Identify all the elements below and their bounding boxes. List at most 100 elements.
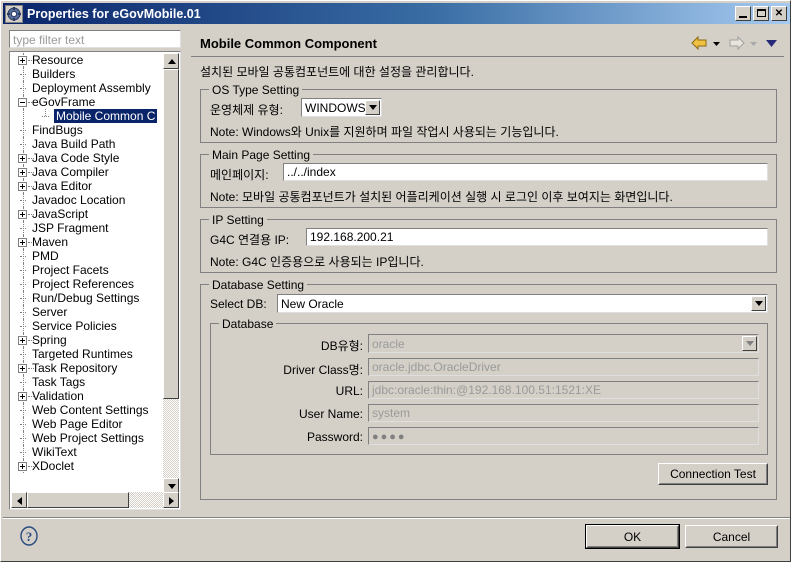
scroll-up-button[interactable] — [163, 53, 179, 69]
tree-item[interactable]: Task Repository — [10, 361, 160, 375]
tree-expand-icon[interactable] — [18, 392, 27, 401]
tree-expand-icon[interactable] — [18, 56, 27, 65]
tree-item[interactable]: Java Compiler — [10, 165, 160, 179]
tree-item[interactable]: Project Facets — [10, 263, 160, 277]
ip-group: IP Setting G4C 연결용 IP: 192.168.200.21 No… — [200, 219, 777, 273]
tree-item[interactable]: Web Page Editor — [10, 417, 160, 431]
tree-item-label: Deployment Assembly — [32, 81, 151, 95]
ip-input[interactable]: 192.168.200.21 — [306, 228, 768, 246]
os-type-combo[interactable]: WINDOWS — [301, 98, 382, 117]
maximize-icon[interactable] — [753, 6, 769, 21]
tree-item-label: JavaScript — [32, 207, 88, 221]
tree-guide-dash — [20, 284, 26, 286]
settings-tree[interactable]: ResourceBuildersDeployment AssemblyeGovF… — [9, 51, 181, 510]
title-bar[interactable]: Properties for eGovMobile.01 ✕ — [3, 3, 790, 24]
select-db-combo[interactable]: New Oracle — [277, 294, 768, 313]
tree-guide-dash — [20, 256, 26, 258]
tree-expand-icon[interactable] — [18, 364, 27, 373]
tree-item[interactable]: Spring — [10, 333, 160, 347]
tree-item-label: Server — [32, 305, 67, 319]
db-type-combo: oracle — [368, 334, 759, 353]
tree-horizontal-scrollbar[interactable] — [11, 492, 179, 508]
help-icon[interactable]: ? — [19, 526, 39, 546]
tree-item[interactable]: Maven — [10, 235, 160, 249]
tree-item[interactable]: JavaScript — [10, 207, 160, 221]
minimize-icon[interactable] — [735, 6, 751, 21]
tree-item[interactable]: Java Code Style — [10, 151, 160, 165]
database-inner-group: Database DB유형: oracle Driver Class명: ora… — [210, 323, 768, 455]
vscroll-thumb[interactable] — [163, 69, 179, 399]
view-menu-icon[interactable] — [765, 38, 778, 48]
tree-vertical-scrollbar[interactable] — [163, 53, 179, 494]
tree-guide-dash — [20, 354, 26, 356]
os-type-label: 운영체제 유형: — [210, 101, 283, 118]
vscroll-track[interactable] — [163, 69, 179, 478]
tree-item[interactable]: Builders — [10, 67, 160, 81]
main-page-note: Note: 모바일 공통컴포넌트가 설치된 어플리케이션 실행 시 로그인 이후… — [210, 188, 673, 205]
os-type-note: Note: Windows와 Unix를 지원하며 파일 작업시 사용되는 기능… — [210, 123, 559, 140]
tree-items: ResourceBuildersDeployment AssemblyeGovF… — [10, 53, 160, 493]
back-arrow-icon[interactable] — [691, 36, 708, 50]
scroll-left-button[interactable] — [11, 492, 27, 508]
filter-input[interactable]: type filter text — [9, 30, 181, 48]
settings-tree-pane: type filter text ResourceBuildersDeploym… — [9, 30, 181, 510]
db-type-value: oracle — [372, 337, 405, 351]
tree-item[interactable]: Targeted Runtimes — [10, 347, 160, 361]
tree-item[interactable]: Validation — [10, 389, 160, 403]
tree-item[interactable]: Javadoc Location — [10, 193, 160, 207]
tree-item[interactable]: Project References — [10, 277, 160, 291]
chevron-down-icon[interactable] — [751, 296, 766, 311]
close-icon[interactable]: ✕ — [771, 6, 787, 21]
tree-collapse-icon[interactable] — [18, 98, 27, 107]
tree-guide-dash — [20, 298, 26, 300]
tree-item[interactable]: Run/Debug Settings — [10, 291, 160, 305]
tree-item[interactable]: PMD — [10, 249, 160, 263]
tree-item[interactable]: Task Tags — [10, 375, 160, 389]
ip-note: Note: G4C 인증용으로 사용되는 IP입니다. — [210, 253, 424, 270]
tree-item-label: Web Page Editor — [32, 417, 123, 431]
tree-item-label: XDoclet — [32, 459, 74, 473]
tree-expand-icon[interactable] — [18, 210, 27, 219]
tree-item-label: Mobile Common C — [54, 109, 157, 123]
tree-expand-icon[interactable] — [18, 154, 27, 163]
cancel-button[interactable]: Cancel — [685, 525, 778, 548]
tree-expand-icon[interactable] — [18, 462, 27, 471]
ip-group-caption: IP Setting — [209, 213, 267, 227]
tree-expand-icon[interactable] — [18, 182, 27, 191]
tree-item[interactable]: WikiText — [10, 445, 160, 459]
page-description: 설치된 모바일 공통컴포넌트에 대한 설정을 관리합니다. — [200, 63, 474, 80]
tree-item[interactable]: Deployment Assembly — [10, 81, 160, 95]
tree-item-label: Java Editor — [32, 179, 92, 193]
tree-guide-dash — [20, 130, 26, 132]
tree-expand-icon[interactable] — [18, 168, 27, 177]
tree-item[interactable]: Web Project Settings — [10, 431, 160, 445]
scroll-right-button[interactable] — [163, 492, 179, 508]
tree-expand-icon[interactable] — [18, 336, 27, 345]
tree-item[interactable]: Resource — [10, 53, 160, 67]
tree-item[interactable]: Server — [10, 305, 160, 319]
tree-item[interactable]: XDoclet — [10, 459, 160, 473]
tree-item[interactable]: Mobile Common C — [10, 109, 160, 123]
tree-item[interactable]: FindBugs — [10, 123, 160, 137]
password-input[interactable]: ●●●● — [368, 427, 759, 445]
tree-guide-line — [45, 109, 47, 116]
tree-guide-line — [23, 109, 25, 123]
main-page-input[interactable]: ../../index — [283, 163, 768, 181]
url-label: URL: — [211, 384, 363, 398]
tree-item[interactable]: Java Editor — [10, 179, 160, 193]
tree-item[interactable]: Web Content Settings — [10, 403, 160, 417]
tree-item[interactable]: Java Build Path — [10, 137, 160, 151]
connection-test-button[interactable]: Connection Test — [658, 463, 768, 485]
tree-expand-icon[interactable] — [18, 238, 27, 247]
tree-item-label: Task Tags — [32, 375, 85, 389]
ok-button[interactable]: OK — [586, 525, 679, 548]
tree-guide-dash — [20, 88, 26, 90]
tree-item[interactable]: eGovFrame — [10, 95, 160, 109]
tree-item[interactable]: Service Policies — [10, 319, 160, 333]
tree-item-label: Task Repository — [32, 361, 117, 375]
back-dropdown-icon[interactable] — [712, 39, 721, 48]
tree-item-label: eGovFrame — [32, 95, 95, 109]
hscroll-thumb[interactable] — [27, 492, 129, 508]
tree-item[interactable]: JSP Fragment — [10, 221, 160, 235]
chevron-down-icon[interactable] — [365, 100, 380, 115]
